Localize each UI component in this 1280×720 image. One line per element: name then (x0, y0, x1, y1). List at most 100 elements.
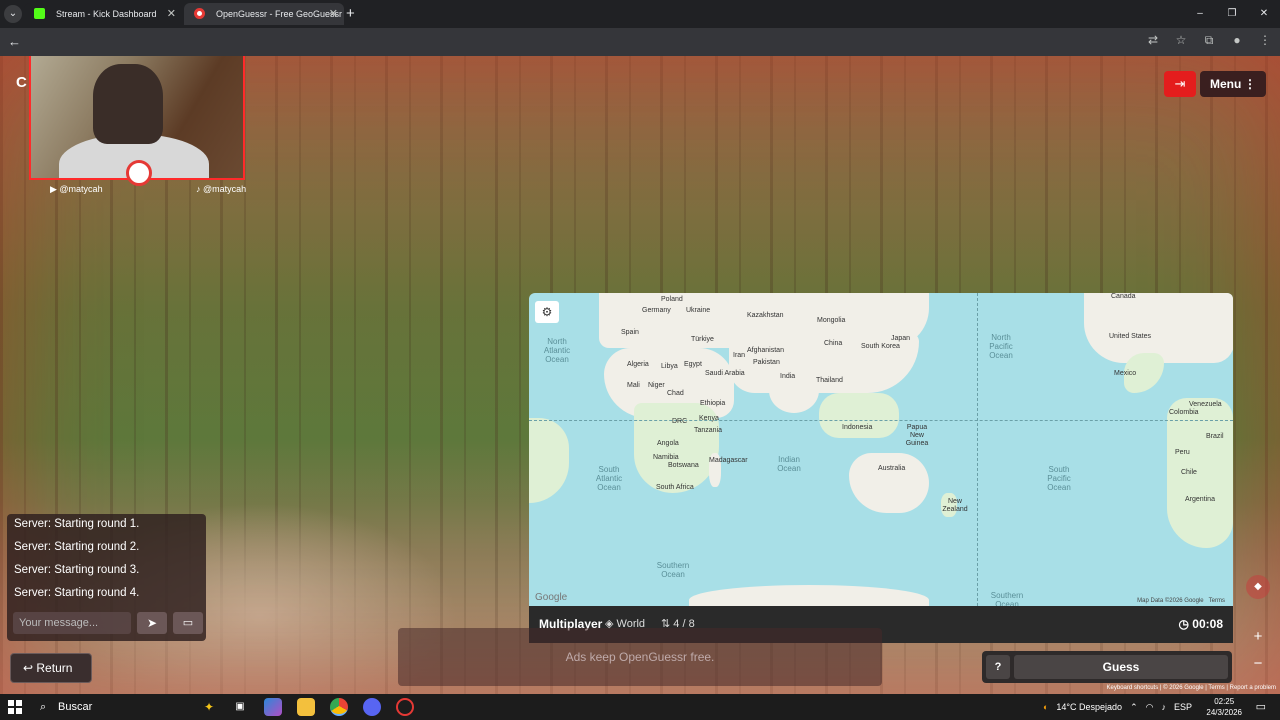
chat-toggle-button[interactable]: ▭ (173, 612, 203, 634)
taskbar-search[interactable]: ⌕ Buscar ✦ (32, 695, 222, 719)
date-line (977, 293, 978, 606)
tab-label: Stream - Kick Dashboard (56, 9, 157, 19)
bookmark-star-icon[interactable]: ☆ (1174, 33, 1188, 48)
country-label: Indonesia (842, 424, 873, 431)
send-icon: ➤ (146, 616, 158, 630)
country-label: South Korea (861, 343, 900, 350)
timer: ◷ 00:08 (1178, 617, 1223, 631)
country-label: Ethiopia (700, 400, 726, 407)
new-tab-button[interactable]: + (346, 4, 360, 24)
chat-input[interactable]: Your message... (13, 612, 131, 634)
menu-button[interactable]: Menu ⋮ (1200, 71, 1266, 97)
guess-button[interactable]: Guess (1014, 655, 1228, 679)
translate-icon[interactable]: ⇄ (1146, 33, 1160, 48)
report-problem-link[interactable]: Report a problem (1230, 685, 1276, 691)
corner-logo: C (16, 74, 27, 91)
task-view-icon[interactable]: ▣ (231, 698, 249, 716)
tab-openguessr[interactable]: OpenGuessr - Free GeoGuessr ✕ (184, 3, 344, 25)
country-label: Poland (661, 296, 683, 303)
country-label: Pakistan (753, 359, 780, 366)
compass-icon[interactable]: ◆ (1246, 575, 1270, 599)
chat-message: Server: Starting round 1. (14, 518, 140, 530)
country-label: Spain (621, 329, 639, 336)
country-label: Iran (733, 352, 746, 359)
map-attribution: Map Data ©2026 Google Terms (1137, 598, 1225, 604)
ocean-label: Indian Ocean (777, 455, 801, 473)
close-window-button[interactable]: ✕ (1248, 0, 1280, 28)
equator-line (529, 420, 1233, 421)
return-button[interactable]: ↩ Return (10, 653, 92, 683)
kick-icon (34, 8, 45, 19)
minimize-button[interactable]: – (1184, 0, 1216, 28)
tab-label: OpenGuessr - Free GeoGuessr (216, 9, 343, 19)
ocean-label: North Atlantic Ocean (543, 337, 571, 364)
terms-link[interactable]: Terms (1208, 685, 1224, 691)
country-label: Niger (648, 382, 665, 389)
discord-icon[interactable] (363, 698, 381, 716)
webcam-head (93, 64, 163, 144)
tiktok-handle: ♪ @matycah (196, 184, 247, 194)
language-indicator[interactable]: ESP (1174, 702, 1192, 712)
windows-start-icon[interactable] (8, 700, 22, 714)
country-label: Ukraine (686, 307, 711, 314)
close-tab-icon[interactable]: ✕ (329, 3, 338, 25)
ocean-label: North Pacific Ocean (989, 333, 1013, 360)
country-label: Egypt (684, 361, 702, 368)
ocean-label: South Atlantic Ocean (595, 465, 623, 492)
keyboard-shortcuts-link[interactable]: Keyboard shortcuts (1107, 685, 1159, 691)
streetview-footer: Keyboard shortcuts | © 2026 Google | Ter… (1106, 685, 1276, 691)
exit-button[interactable]: ⇥ (1164, 71, 1196, 97)
country-label: Mali (627, 382, 640, 389)
country-label: Chile (1181, 469, 1197, 476)
browser-toolbar: ← ⇄ ☆ ⧉ ● ⋮ (0, 28, 1280, 56)
stopwatch-icon: ◷ (1178, 617, 1193, 631)
restore-button[interactable]: ❐ (1216, 0, 1248, 28)
copilot-icon[interactable] (264, 698, 282, 716)
obs-icon[interactable] (396, 698, 414, 716)
close-tab-icon[interactable]: ✕ (167, 3, 176, 25)
sliders-icon: ⚙ (541, 305, 553, 319)
country-label: Algeria (627, 361, 649, 368)
wifi-icon[interactable]: ◠ (1146, 702, 1154, 713)
file-explorer-icon[interactable] (297, 698, 315, 716)
country-label: Thailand (816, 377, 843, 384)
streamer-logo (126, 160, 152, 186)
return-label: Return (36, 661, 73, 675)
map-settings-button[interactable]: ⚙ (535, 301, 559, 323)
tab-kick-dashboard[interactable]: Stream - Kick Dashboard ✕ (24, 3, 182, 25)
clock[interactable]: 02:25 24/3/2026 (1206, 696, 1242, 718)
chrome-icon[interactable] (330, 698, 348, 716)
chat-message: Server: Starting round 2. (14, 541, 140, 553)
weather-text: 14°C Despejado (1056, 702, 1123, 712)
extensions-icon[interactable]: ⧉ (1202, 33, 1216, 48)
more-vert-icon[interactable]: ⋮ (1258, 33, 1272, 48)
help-button[interactable]: ? (986, 655, 1010, 679)
street-view-panorama[interactable]: C ▶ @matycah ♪ @matycah ⇥ Menu ⋮ Poland … (0, 56, 1280, 694)
send-button[interactable]: ➤ (137, 612, 167, 634)
country-label: Papua New Guinea (905, 424, 929, 447)
weather-icon: ◐ (1042, 702, 1049, 712)
back-arrow-icon[interactable]: ← (8, 34, 21, 49)
country-label: Mexico (1114, 370, 1137, 377)
tray-chevron-icon[interactable]: ⌃ (1130, 702, 1138, 713)
clock-date: 24/3/2026 (1206, 708, 1242, 717)
guess-map[interactable]: Poland Germany Ukraine Spain Türkiye Kaz… (529, 293, 1233, 606)
notifications-icon[interactable]: ▭ (1256, 700, 1266, 713)
zoom-in-button[interactable]: + (1247, 626, 1269, 648)
window-controls: – ❐ ✕ (1184, 0, 1280, 28)
land-north-america (1084, 293, 1233, 363)
volume-icon[interactable]: ♪ (1161, 702, 1166, 712)
country-label: Germany (642, 307, 671, 314)
chat-message: Server: Starting round 3. (14, 564, 140, 576)
country-label: DRC (672, 418, 688, 425)
zoom-out-button[interactable]: − (1247, 653, 1269, 675)
chat-icon: ▭ (182, 617, 194, 629)
country-label: Angola (657, 440, 679, 447)
country-label: India (780, 373, 796, 380)
country-label: Türkiye (691, 336, 714, 343)
country-label: Australia (878, 465, 906, 472)
profile-avatar[interactable]: ● (1230, 33, 1244, 48)
map-terms-link[interactable]: Terms (1209, 598, 1225, 604)
tab-search-button[interactable]: ⌄ (4, 5, 22, 23)
land-australia (849, 453, 929, 513)
